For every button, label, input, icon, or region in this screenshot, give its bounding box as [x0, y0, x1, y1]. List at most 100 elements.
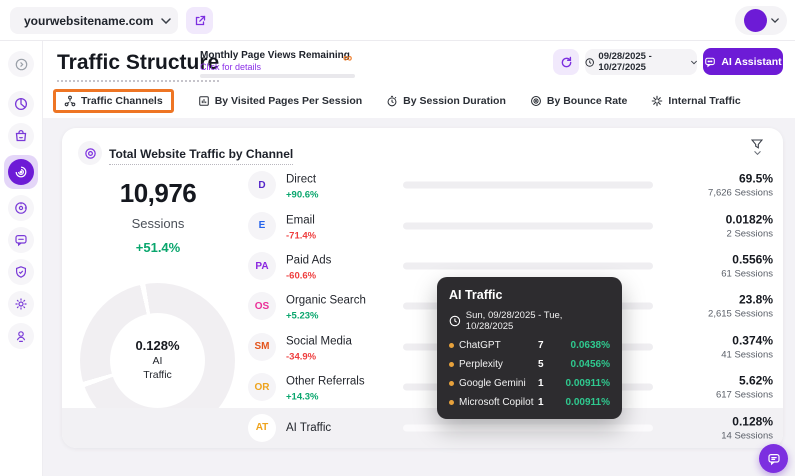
channel-percent: 69.5% — [708, 172, 773, 186]
sidebar-item-security[interactable] — [8, 259, 34, 285]
site-name: yourwebsitename.com — [24, 14, 153, 28]
stopwatch-icon — [386, 95, 398, 107]
tooltip-source-count: 1 — [538, 378, 554, 389]
channel-sessions: 61 Sessions — [721, 269, 773, 280]
support-chat-button[interactable] — [759, 444, 788, 473]
ai-assistant-button[interactable]: AI Assistant — [703, 48, 783, 75]
avatar — [744, 9, 767, 32]
tooltip-title: AI Traffic — [449, 288, 610, 302]
tab-internal-traffic[interactable]: Internal Traffic — [651, 95, 740, 107]
channel-change: -34.9% — [286, 351, 352, 362]
ai-assistant-label: AI Assistant — [721, 56, 781, 68]
channel-percent: 0.556% — [721, 253, 773, 267]
app-window: yourwebsitename.com Traffic Structure Mo… — [0, 0, 795, 476]
channel-donut-chart[interactable]: 0.128% AI Traffic — [80, 283, 235, 438]
quota-block: Monthly Page Views Remaining Click for d… — [200, 50, 356, 72]
bullet-dot-icon — [449, 400, 454, 405]
tab-label: By Bounce Rate — [547, 95, 628, 107]
channel-bar-track — [403, 263, 653, 270]
sidebar-item-traffic-active[interactable] — [4, 155, 38, 189]
channel-label: Direct — [286, 174, 316, 186]
filter-button[interactable] — [745, 139, 769, 155]
clock-icon — [585, 57, 594, 68]
channel-label: AI Traffic — [286, 422, 331, 434]
tab-label: Internal Traffic — [668, 95, 740, 107]
bullet-dot-icon — [449, 381, 454, 386]
channel-label: Organic Search — [286, 295, 366, 307]
channel-row-paid-ads[interactable]: PA Paid Ads -60.6% 0.556% 61 Sessions — [62, 246, 783, 286]
tooltip-source-percent: 0.0456% — [554, 359, 610, 370]
bullet-dot-icon — [449, 343, 454, 348]
asterisk-icon — [651, 95, 663, 107]
page-header: Traffic Structure Monthly Page Views Rem… — [43, 41, 795, 118]
tab-session-duration[interactable]: By Session Duration — [386, 95, 506, 107]
channel-percent: 0.374% — [721, 333, 773, 347]
tooltip-date-range: Sun, 09/28/2025 - Tue, 10/28/2025 — [449, 310, 610, 332]
report-tabs: Traffic Channels By Visited Pages Per Se… — [53, 87, 795, 115]
pie-chart-icon — [14, 97, 28, 111]
chat-bubble-icon — [767, 452, 781, 466]
donut-line2: Traffic — [143, 369, 172, 383]
channel-badge: PA — [248, 252, 276, 280]
chat-bubble-icon — [14, 233, 28, 247]
top-bar: yourwebsitename.com — [0, 0, 795, 41]
channel-report-icon — [78, 141, 102, 165]
tab-label: By Session Duration — [403, 95, 506, 107]
quota-label: Monthly Page Views Remaining — [200, 50, 356, 61]
channel-bar-track — [403, 424, 653, 431]
channel-sessions: 2,615 Sessions — [708, 309, 773, 320]
bounce-target-icon — [530, 95, 542, 107]
account-menu[interactable] — [735, 6, 787, 35]
donut-center-label: 0.128% AI Traffic — [80, 283, 235, 438]
channel-change: +90.6% — [286, 190, 319, 201]
channel-percent: 0.128% — [721, 414, 773, 428]
channel-percent: 5.62% — [716, 374, 773, 388]
quota-details-link[interactable]: Click for details — [200, 62, 356, 72]
sidebar-item-settings[interactable] — [8, 291, 34, 317]
sidebar-item-ecommerce[interactable] — [8, 123, 34, 149]
channel-sessions: 7,626 Sessions — [708, 188, 773, 199]
channel-change: -71.4% — [286, 230, 316, 241]
chevron-down-icon — [161, 18, 171, 24]
channel-row-direct[interactable]: D Direct +90.6% 69.5% 7,626 Sessions — [62, 165, 783, 205]
tooltip-source-name: Perplexity — [459, 359, 538, 370]
tooltip-source-name: Google Gemini — [459, 378, 538, 389]
assistant-chat-icon — [704, 56, 716, 68]
external-link-icon — [194, 15, 206, 27]
tooltip-source-percent: 0.0638% — [554, 340, 610, 351]
refresh-button[interactable] — [553, 49, 579, 75]
gear-icon — [14, 297, 28, 311]
tab-traffic-channels[interactable]: Traffic Channels — [53, 89, 174, 113]
pages-bars-icon — [198, 95, 210, 107]
sidebar-collapse-button[interactable] — [8, 51, 34, 77]
channel-sessions: 617 Sessions — [716, 390, 773, 401]
chevron-down-icon — [754, 151, 761, 155]
channel-bar-track — [403, 182, 653, 189]
channel-badge: D — [248, 171, 276, 199]
tooltip-source-count: 5 — [538, 359, 554, 370]
channel-change: +14.3% — [286, 392, 365, 403]
funnel-icon — [751, 139, 763, 150]
tab-bounce-rate[interactable]: By Bounce Rate — [530, 95, 628, 107]
sidebar-item-audience[interactable] — [8, 323, 34, 349]
site-selector[interactable]: yourwebsitename.com — [10, 7, 178, 34]
chevron-down-icon — [691, 60, 697, 65]
tooltip-source-count: 7 — [538, 340, 554, 351]
shield-check-icon — [14, 265, 28, 279]
sidebar-item-dashboard[interactable] — [8, 91, 34, 117]
channel-label: Paid Ads — [286, 255, 331, 267]
channel-change: -60.6% — [286, 271, 331, 282]
donut-line1: AI — [153, 355, 163, 369]
date-range-picker[interactable]: 09/28/2025 - 10/27/2025 — [585, 49, 697, 75]
open-site-button[interactable] — [186, 7, 213, 34]
sidebar-item-recordings[interactable] — [8, 195, 34, 221]
channel-row-email[interactable]: E Email-71.4% 0.0182%2 Sessions — [62, 205, 783, 245]
tab-visited-pages[interactable]: By Visited Pages Per Session — [198, 95, 362, 107]
tooltip-date-text: Sun, 09/28/2025 - Tue, 10/28/2025 — [466, 310, 610, 332]
ai-traffic-tooltip: AI Traffic Sun, 09/28/2025 - Tue, 10/28/… — [437, 277, 622, 419]
refresh-icon — [560, 56, 573, 69]
channel-badge: OS — [248, 292, 276, 320]
card-title: Total Website Traffic by Channel — [109, 147, 293, 165]
sidebar-item-feedback[interactable] — [8, 227, 34, 253]
page-title: Traffic Structure — [57, 51, 219, 82]
